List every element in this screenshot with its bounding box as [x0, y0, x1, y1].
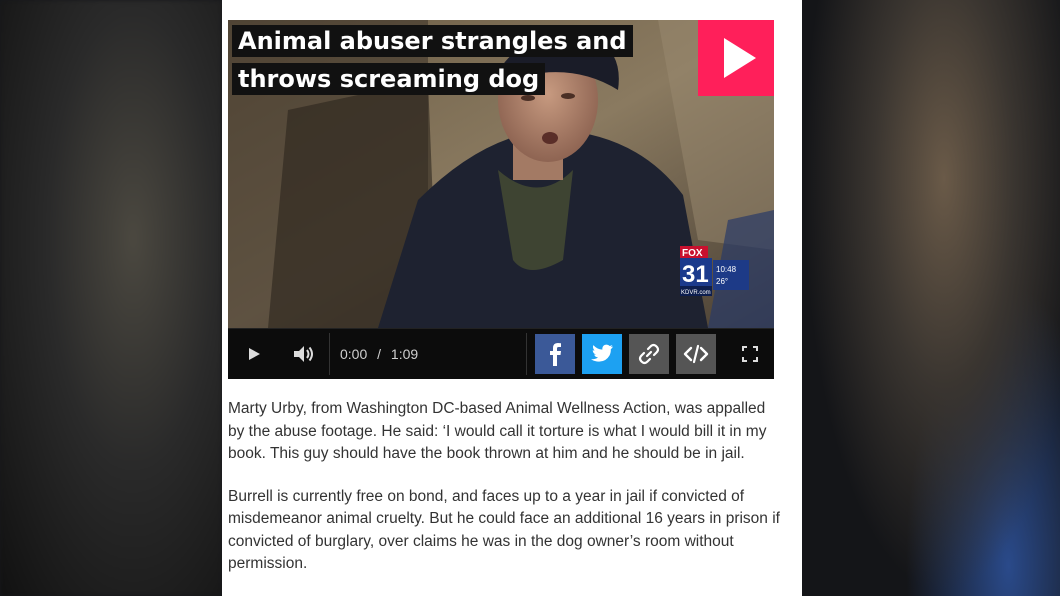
svg-text:26°: 26° [716, 277, 728, 286]
volume-button[interactable] [284, 329, 324, 379]
play-button[interactable] [236, 329, 272, 379]
svg-text:FOX: FOX [682, 248, 703, 259]
copy-link-button[interactable] [629, 334, 669, 374]
volume-icon [294, 346, 313, 362]
video-controls-bar: 0:00 / 1:09 [228, 328, 774, 379]
background-blur-left [0, 0, 222, 596]
embed-icon [683, 344, 709, 364]
facebook-icon [550, 343, 561, 366]
background-blur-right [802, 0, 1060, 596]
link-icon [638, 343, 660, 365]
broadcaster-logo: FOX 31 KDVR.com 10:48 26° [680, 246, 752, 298]
current-time: 0:00 [340, 346, 368, 362]
fox31-logo: FOX 31 KDVR.com 10:48 26° [680, 246, 749, 296]
time-display: 0:00 / 1:09 [340, 329, 424, 379]
video-headline: Animal abuser strangles and throws screa… [232, 22, 672, 98]
twitter-share-button[interactable] [582, 334, 622, 374]
article-body: Marty Urby, from Washington DC-based Ani… [228, 398, 784, 596]
duration: 1:09 [390, 346, 419, 362]
svg-text:31: 31 [682, 261, 709, 288]
twitter-icon [591, 344, 613, 362]
video-player[interactable]: Animal abuser strangles and throws screa… [228, 20, 774, 379]
controls-divider [526, 333, 527, 375]
fullscreen-icon [742, 346, 758, 362]
article-page: Animal abuser strangles and throws screa… [222, 0, 802, 596]
svg-text:KDVR.com: KDVR.com [681, 290, 711, 296]
article-paragraph: Marty Urby, from Washington DC-based Ani… [228, 400, 767, 462]
fullscreen-button[interactable] [734, 329, 766, 379]
facebook-share-button[interactable] [535, 334, 575, 374]
play-icon [249, 348, 260, 360]
video-frame[interactable]: Animal abuser strangles and throws screa… [228, 20, 774, 328]
play-icon [724, 38, 756, 78]
play-overlay-button[interactable] [698, 20, 774, 96]
time-separator: / [377, 346, 382, 362]
svg-text:10:48: 10:48 [716, 265, 737, 274]
embed-button[interactable] [676, 334, 716, 374]
controls-divider [329, 333, 330, 375]
article-paragraph: Burrell is currently free on bond, and f… [228, 487, 780, 573]
